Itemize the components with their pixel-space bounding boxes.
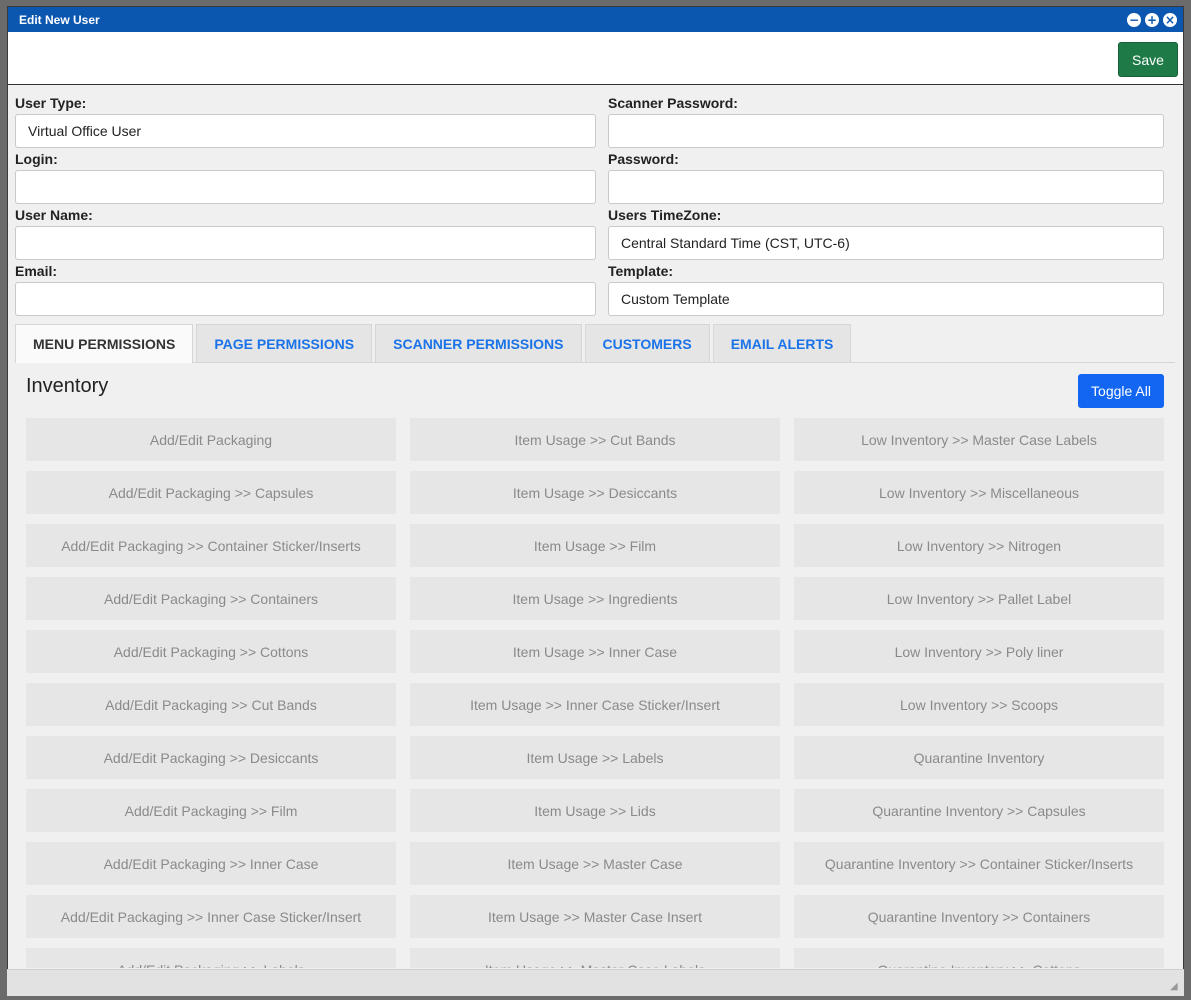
- permission-toggle[interactable]: Low Inventory >> Nitrogen: [794, 524, 1164, 567]
- permission-toggle[interactable]: Add/Edit Packaging >> Cut Bands: [26, 683, 396, 726]
- permission-toggle[interactable]: Item Usage >> Lids: [410, 789, 780, 832]
- permission-toggle[interactable]: Item Usage >> Cut Bands: [410, 418, 780, 461]
- permission-toggle[interactable]: Quarantine Inventory >> Capsules: [794, 789, 1164, 832]
- template-label: Template:: [608, 263, 674, 279]
- user-name-input[interactable]: [15, 226, 596, 260]
- template-field: Template: Custom Template: [608, 262, 1164, 318]
- permission-toggle[interactable]: Add/Edit Packaging >> Containers: [26, 577, 396, 620]
- user-name-label: User Name:: [15, 207, 93, 223]
- form-left-column: User Type: Virtual Office User Login: Us…: [15, 94, 596, 318]
- timezone-select[interactable]: Central Standard Time (CST, UTC-6): [608, 226, 1164, 260]
- permission-toggle[interactable]: Quarantine Inventory >> Cottons: [794, 948, 1164, 968]
- password-input[interactable]: [608, 170, 1164, 204]
- login-input[interactable]: [15, 170, 596, 204]
- resize-grip-icon[interactable]: ◢: [1170, 982, 1180, 992]
- scanner-password-input[interactable]: [608, 114, 1164, 148]
- permission-toggle[interactable]: Low Inventory >> Miscellaneous: [794, 471, 1164, 514]
- permission-toggle[interactable]: Item Usage >> Inner Case: [410, 630, 780, 673]
- timezone-label: Users TimeZone:: [608, 207, 722, 223]
- permission-toggle[interactable]: Add/Edit Packaging >> Film: [26, 789, 396, 832]
- permission-toggle[interactable]: Item Usage >> Master Case: [410, 842, 780, 885]
- permission-toggle[interactable]: Item Usage >> Film: [410, 524, 780, 567]
- permission-toggle[interactable]: Add/Edit Packaging >> Desiccants: [26, 736, 396, 779]
- permission-toggle[interactable]: Add/Edit Packaging: [26, 418, 396, 461]
- permission-toggle[interactable]: Add/Edit Packaging >> Capsules: [26, 471, 396, 514]
- tab-email-alerts[interactable]: EMAIL ALERTS: [712, 324, 852, 362]
- permission-toggle[interactable]: Add/Edit Packaging >> Container Sticker/…: [26, 524, 396, 567]
- permission-toggle[interactable]: Item Usage >> Master Case Labels: [410, 948, 780, 968]
- login-label: Login:: [15, 151, 58, 167]
- user-type-label: User Type:: [15, 95, 87, 111]
- permission-toggle[interactable]: Quarantine Inventory: [794, 736, 1164, 779]
- tab-customers[interactable]: CUSTOMERS: [584, 324, 710, 362]
- permissions-grid: Add/Edit Packaging Item Usage >> Cut Band…: [26, 418, 1164, 968]
- email-label: Email:: [15, 263, 58, 279]
- permission-toggle[interactable]: Item Usage >> Master Case Insert: [410, 895, 780, 938]
- menu-permissions-panel: Inventory Toggle All Add/Edit Packaging I…: [15, 363, 1175, 968]
- tab-page-permissions[interactable]: PAGE PERMISSIONS: [196, 324, 373, 362]
- permission-toggle[interactable]: Low Inventory >> Poly liner: [794, 630, 1164, 673]
- permission-toggle[interactable]: Low Inventory >> Pallet Label: [794, 577, 1164, 620]
- scanner-password-field: Scanner Password:: [608, 94, 1164, 150]
- section-title: Inventory: [26, 375, 109, 397]
- permission-toggle[interactable]: Quarantine Inventory >> Containers: [794, 895, 1164, 938]
- template-select[interactable]: Custom Template: [608, 282, 1164, 316]
- tab-scanner-permissions[interactable]: SCANNER PERMISSIONS: [375, 324, 582, 362]
- scanner-password-label: Scanner Password:: [608, 95, 738, 111]
- password-field: Password:: [608, 150, 1164, 206]
- permission-toggle[interactable]: Item Usage >> Inner Case Sticker/Insert: [410, 683, 780, 726]
- permission-toggle[interactable]: Item Usage >> Ingredients: [410, 577, 780, 620]
- window-body: User Type: Virtual Office User Login: Us…: [7, 6, 1184, 996]
- tab-menu-permissions[interactable]: MENU PERMISSIONS: [15, 324, 194, 363]
- permission-tabs: MENU PERMISSIONS PAGE PERMISSIONS SCANNE…: [15, 324, 1175, 363]
- permission-toggle[interactable]: Add/Edit Packaging >> Inner Case Sticker…: [26, 895, 396, 938]
- password-label: Password:: [608, 151, 679, 167]
- permission-toggle[interactable]: Add/Edit Packaging >> Inner Case: [26, 842, 396, 885]
- form-right-column: Scanner Password: Password: Users TimeZo…: [608, 94, 1164, 318]
- permission-toggle[interactable]: Item Usage >> Desiccants: [410, 471, 780, 514]
- user-type-field: User Type: Virtual Office User: [15, 94, 596, 150]
- user-name-field: User Name:: [15, 206, 596, 262]
- permission-toggle[interactable]: Low Inventory >> Master Case Labels: [794, 418, 1164, 461]
- toggle-all-button[interactable]: Toggle All: [1078, 374, 1164, 408]
- email-input[interactable]: [15, 282, 596, 316]
- permission-toggle[interactable]: Low Inventory >> Scoops: [794, 683, 1164, 726]
- user-type-select[interactable]: Virtual Office User: [15, 114, 596, 148]
- status-bar: ◢: [7, 969, 1184, 996]
- permission-toggle[interactable]: Quarantine Inventory >> Container Sticke…: [794, 842, 1164, 885]
- permission-toggle[interactable]: Item Usage >> Labels: [410, 736, 780, 779]
- timezone-field: Users TimeZone: Central Standard Time (C…: [608, 206, 1164, 262]
- email-field: Email:: [15, 262, 596, 318]
- permission-toggle[interactable]: Add/Edit Packaging >> Labels: [26, 948, 396, 968]
- login-field: Login:: [15, 150, 596, 206]
- permission-toggle[interactable]: Add/Edit Packaging >> Cottons: [26, 630, 396, 673]
